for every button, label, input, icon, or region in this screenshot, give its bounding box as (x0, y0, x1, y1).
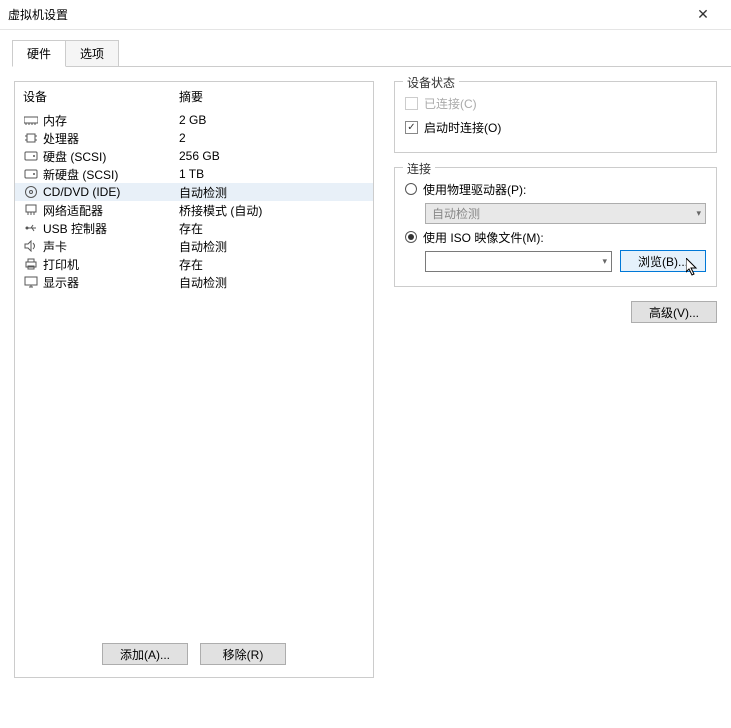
device-summary: 256 GB (179, 149, 365, 163)
sound-icon (23, 239, 39, 253)
col-summary: 摘要 (179, 88, 365, 105)
device-summary: 自动检测 (179, 184, 365, 201)
titlebar: 虚拟机设置 ✕ (0, 0, 731, 30)
device-row-memory[interactable]: 内存 2 GB (15, 111, 373, 129)
memory-icon (23, 113, 39, 127)
cpu-icon (23, 131, 39, 145)
content-area: 设备 摘要 内存 2 GB 处理器 2 硬盘 (SCSI) 256 GB 新硬盘… (0, 67, 731, 728)
device-summary: 桥接模式 (自动) (179, 202, 365, 219)
device-row-nic[interactable]: 网络适配器 桥接模式 (自动) (15, 201, 373, 219)
close-icon[interactable]: ✕ (683, 6, 723, 23)
physical-drive-select[interactable]: 自动检测 ▾ (425, 203, 706, 224)
checkbox-icon (405, 97, 418, 110)
device-row-cpu[interactable]: 处理器 2 (15, 129, 373, 147)
group-title: 连接 (403, 160, 435, 177)
remove-button[interactable]: 移除(R) (200, 643, 286, 665)
device-row-disk2[interactable]: 新硬盘 (SCSI) 1 TB (15, 165, 373, 183)
device-row-printer[interactable]: 打印机 存在 (15, 255, 373, 273)
radio-icon (405, 231, 417, 243)
device-name: 新硬盘 (SCSI) (43, 166, 179, 183)
tab-underline (12, 66, 731, 67)
use-physical-row[interactable]: 使用物理驱动器(P): (405, 178, 706, 200)
advanced-button[interactable]: 高级(V)... (631, 301, 717, 323)
chevron-down-icon: ▾ (696, 208, 701, 219)
left-button-row: 添加(A)... 移除(R) (15, 643, 373, 665)
cdrom-icon (23, 185, 39, 199)
device-name: 硬盘 (SCSI) (43, 148, 179, 165)
use-iso-label: 使用 ISO 映像文件(M): (423, 229, 544, 246)
device-summary: 存在 (179, 256, 365, 273)
advanced-row: 高级(V)... (394, 301, 717, 323)
use-iso-row[interactable]: 使用 ISO 映像文件(M): (405, 226, 706, 248)
disk-icon (23, 149, 39, 163)
device-row-cdrom[interactable]: CD/DVD (IDE) 自动检测 (15, 183, 373, 201)
connect-at-power-label: 启动时连接(O) (424, 119, 501, 136)
device-row-display[interactable]: 显示器 自动检测 (15, 273, 373, 291)
device-name: 内存 (43, 112, 179, 129)
physical-drive-select-row: 自动检测 ▾ (425, 202, 706, 224)
col-device: 设备 (23, 88, 179, 105)
right-pane: 设备状态 已连接(C) ✓ 启动时连接(O) 连接 使用物理驱动器(P): 自动… (374, 81, 717, 678)
device-name: 显示器 (43, 274, 179, 291)
tab-options[interactable]: 选项 (65, 40, 119, 67)
usb-icon (23, 221, 39, 235)
use-physical-label: 使用物理驱动器(P): (423, 181, 526, 198)
device-summary: 自动检测 (179, 274, 365, 291)
device-row-usb[interactable]: USB 控制器 存在 (15, 219, 373, 237)
iso-path-row: ▾ 浏览(B)... (425, 250, 706, 272)
select-value: 自动检测 (432, 205, 480, 222)
device-row-sound[interactable]: 声卡 自动检测 (15, 237, 373, 255)
radio-icon (405, 183, 417, 195)
disk-icon (23, 167, 39, 181)
connect-at-power-row[interactable]: ✓ 启动时连接(O) (405, 116, 706, 138)
device-name: 网络适配器 (43, 202, 179, 219)
window-title: 虚拟机设置 (8, 6, 683, 23)
tab-hardware[interactable]: 硬件 (12, 40, 66, 67)
display-icon (23, 275, 39, 289)
device-name: CD/DVD (IDE) (43, 185, 179, 199)
left-pane: 设备 摘要 内存 2 GB 处理器 2 硬盘 (SCSI) 256 GB 新硬盘… (14, 81, 374, 678)
device-summary: 自动检测 (179, 238, 365, 255)
device-row-disk1[interactable]: 硬盘 (SCSI) 256 GB (15, 147, 373, 165)
network-icon (23, 203, 39, 217)
device-list: 设备 摘要 内存 2 GB 处理器 2 硬盘 (SCSI) 256 GB 新硬盘… (14, 81, 374, 678)
connected-label: 已连接(C) (424, 95, 477, 112)
device-name: 处理器 (43, 130, 179, 147)
device-summary: 存在 (179, 220, 365, 237)
device-summary: 2 GB (179, 113, 365, 127)
iso-path-select[interactable]: ▾ (425, 251, 612, 272)
checkbox-icon: ✓ (405, 121, 418, 134)
device-summary: 1 TB (179, 167, 365, 181)
device-list-header: 设备 摘要 (15, 82, 373, 111)
device-name: 打印机 (43, 256, 179, 273)
device-summary: 2 (179, 131, 365, 145)
chevron-down-icon: ▾ (602, 256, 607, 267)
add-button[interactable]: 添加(A)... (102, 643, 188, 665)
device-status-group: 设备状态 已连接(C) ✓ 启动时连接(O) (394, 81, 717, 153)
printer-icon (23, 257, 39, 271)
device-name: USB 控制器 (43, 220, 179, 237)
browse-button[interactable]: 浏览(B)... (620, 250, 706, 272)
device-name: 声卡 (43, 238, 179, 255)
connection-group: 连接 使用物理驱动器(P): 自动检测 ▾ 使用 ISO 映像文件(M): ▾ (394, 167, 717, 287)
tab-strip: 硬件 选项 (12, 40, 731, 67)
group-title: 设备状态 (403, 74, 459, 91)
connected-row[interactable]: 已连接(C) (405, 92, 706, 114)
